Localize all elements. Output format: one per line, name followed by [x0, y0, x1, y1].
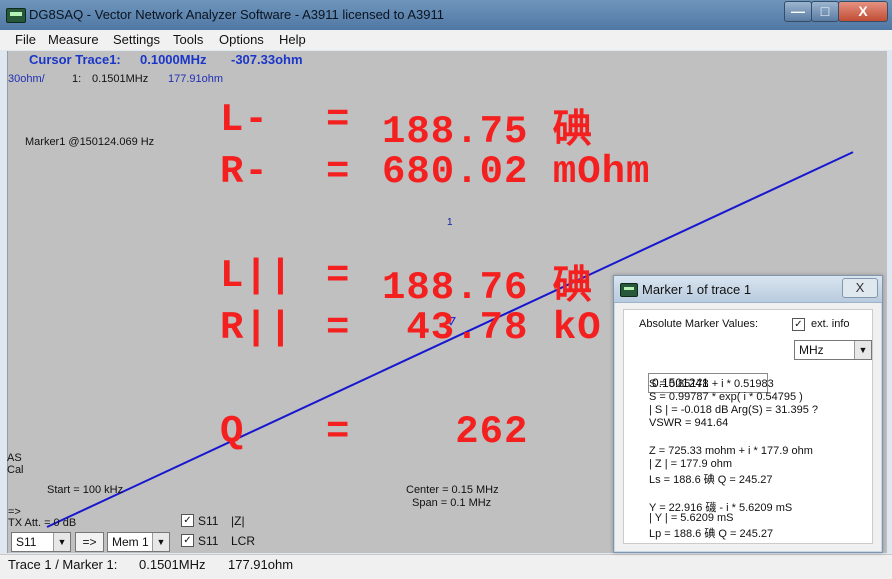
s-rectangular: S = 0.85178 + i * 0.51983 [649, 378, 774, 390]
span-frequency: Span = 0.1 MHz [412, 497, 492, 509]
tx-attenuation: TX Att. = 0 dB [8, 517, 77, 529]
impedance-rectangular: Z = 725.33 mohm + i * 177.9 ohm [649, 445, 813, 457]
overlay-label-r-parallel: R|| [220, 306, 294, 350]
parallel-inductance: Lp = 188.6 碘 Q = 245.27 [649, 528, 774, 540]
trace-1-parameter[interactable]: S11 [198, 514, 218, 528]
impedance-magnitude: | Z | = 177.9 ohm [649, 458, 733, 470]
chevron-down-icon: ▼ [854, 341, 871, 359]
dialog-close-button[interactable]: X [842, 278, 878, 298]
overlay-value-r-parallel: 43.78 kO [382, 306, 602, 350]
cal-label: Cal [7, 464, 24, 476]
overlay-value-l-series: 188.75 碘 [382, 110, 593, 154]
ext-info-checkbox[interactable]: ✓ [792, 318, 805, 331]
dialog-title: Marker 1 of trace 1 [642, 282, 752, 297]
memory-value: Mem 1 [112, 535, 149, 549]
overlay-value-l-parallel: 188.76 碘 [382, 266, 593, 310]
marker-dialog[interactable]: Marker 1 of trace 1 X Absolute Marker Va… [613, 275, 883, 553]
overlay-value-r-series: 680.02 mOhm [382, 150, 651, 194]
overlay-label-r-series: R- [220, 150, 269, 194]
trace-2-parameter[interactable]: S11 [198, 534, 218, 548]
s-polar: S = 0.99787 * exp( i * 0.54795 ) [649, 391, 803, 403]
status-trace-marker: Trace 1 / Marker 1: [8, 557, 118, 572]
trace-2-format[interactable]: LCR [231, 534, 255, 548]
marker-number: 1 [447, 217, 453, 228]
dialog-panel: Absolute Marker Values: ✓ ext. info 0.15… [623, 309, 873, 544]
admittance-magnitude: | Y | = 5.6209 mS [649, 512, 734, 524]
memory-select[interactable]: Mem 1 ▼ [107, 532, 170, 552]
status-bar: Trace 1 / Marker 1: 0.1501MHz 177.91ohm [0, 554, 892, 579]
chevron-down-icon: ▼ [53, 533, 70, 551]
trace-2-checkbox[interactable]: ✓ [181, 534, 194, 547]
overlay-label-l-series: L- [220, 98, 269, 142]
dialog-app-icon [620, 283, 638, 297]
overlay-label-l-parallel: L|| [220, 254, 294, 298]
s-parameter-value: S11 [16, 535, 37, 549]
ext-info-label: ext. info [811, 318, 850, 330]
trace-1-format[interactable]: |Z| [231, 514, 245, 528]
as-label: AS [7, 452, 22, 464]
chevron-down-icon: ▼ [152, 533, 169, 551]
absolute-marker-label: Absolute Marker Values: [639, 318, 759, 330]
unit-select[interactable]: MHz ▼ [794, 340, 872, 360]
s-magnitude: | S | = -0.018 dB Arg(S) = 31.395 ? [649, 404, 818, 416]
overlay-equals-2: = [326, 150, 351, 194]
trace-1-checkbox[interactable]: ✓ [181, 514, 194, 527]
apply-arrow-button[interactable]: => [75, 532, 104, 552]
overlay-equals-3: = [326, 254, 351, 298]
status-frequency: 0.1501MHz [139, 557, 206, 572]
vswr-value: VSWR = 941.64 [649, 417, 729, 429]
overlay-label-q: Q [220, 410, 245, 454]
status-value: 177.91ohm [228, 557, 294, 572]
overlay-equals-1: = [326, 98, 351, 142]
series-inductance: Ls = 188.6 碘 Q = 245.27 [649, 474, 773, 486]
overlay-equals-4: = [326, 306, 351, 350]
dialog-title-bar[interactable]: Marker 1 of trace 1 X [614, 276, 882, 303]
s-parameter-select[interactable]: S11 ▼ [11, 532, 71, 552]
overlay-value-q: 262 [382, 410, 529, 454]
overlay-equals-5: = [326, 410, 351, 454]
center-frequency: Center = 0.15 MHz [406, 484, 499, 496]
start-frequency: Start = 100 kHz [47, 484, 124, 496]
unit-select-value: MHz [799, 343, 824, 357]
